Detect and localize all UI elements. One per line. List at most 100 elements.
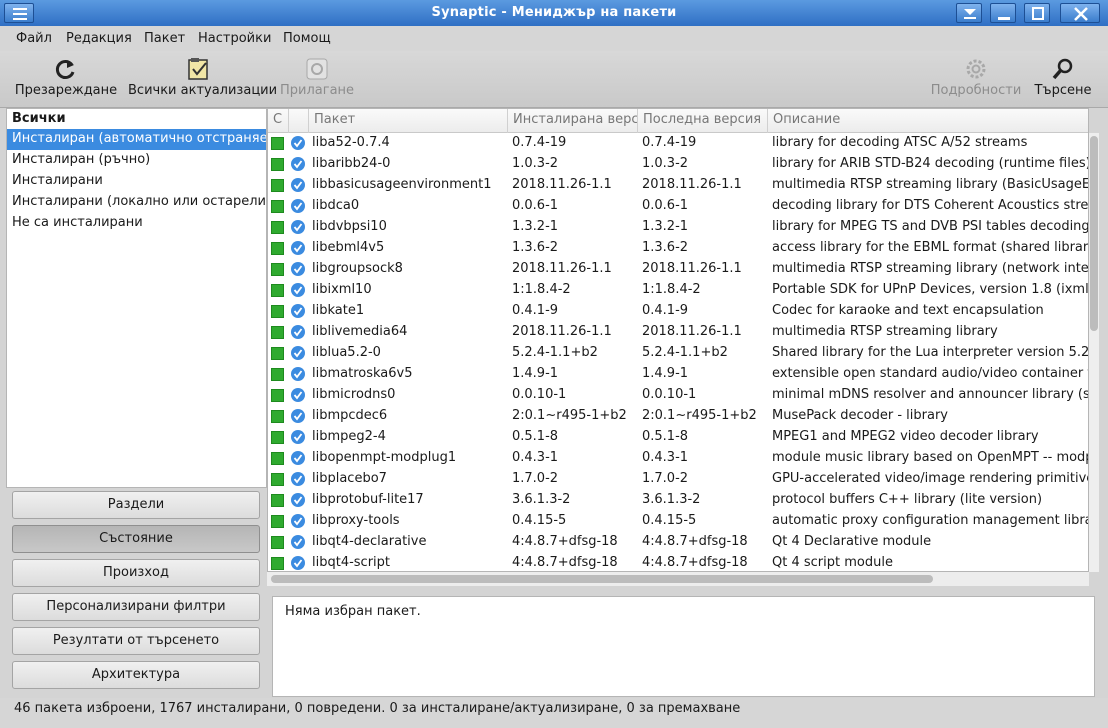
installed-status-icon[interactable] [271, 200, 284, 213]
filter-list: Всички Инсталиран (автоматично отстраняе… [6, 108, 267, 488]
table-row[interactable]: libdca0 0.0.6-1 0.0.6-1 decoding library fo… [268, 196, 1088, 217]
table-row[interactable]: libqt4-script 4:4.8.7+dfsg-18 4:4.8.7+dfsg… [268, 553, 1088, 571]
installed-version: 4:4.8.7+dfsg-18 [512, 555, 618, 570]
maximize-button[interactable] [1024, 3, 1050, 23]
installed-status-icon[interactable] [271, 347, 284, 360]
package-description-cell: library for decoding ATSC A/52 streams [772, 135, 1028, 150]
installed-status-icon[interactable] [271, 242, 284, 255]
installed-status-icon[interactable] [271, 494, 284, 507]
description-text: Няма избран пакет. [285, 604, 421, 619]
filter-item[interactable]: Инсталирани (локално или остарели) [7, 192, 266, 213]
table-row[interactable]: libproxy-tools 0.4.15-5 0.4.15-5 automatic … [268, 511, 1088, 532]
installed-status-icon[interactable] [271, 158, 284, 171]
column-support[interactable] [289, 109, 309, 133]
supported-check-icon [291, 346, 305, 360]
installed-status-icon[interactable] [271, 137, 284, 150]
table-row[interactable]: libbasicusageenvironment1 2018.11.26-1.1 2… [268, 175, 1088, 196]
latest-version: 0.4.15-5 [642, 513, 697, 528]
supported-check-icon [291, 136, 305, 150]
table-row[interactable]: libprotobuf-lite17 3.6.1.3-2 3.6.1.3-2 prot… [268, 490, 1088, 511]
horizontal-scroll-thumb[interactable] [271, 575, 933, 583]
filter-item[interactable]: Не са инсталирани [7, 213, 266, 234]
latest-version: 0.0.10-1 [642, 387, 697, 402]
column-status[interactable]: С [268, 109, 289, 133]
column-package[interactable]: Пакет [309, 109, 508, 133]
filter-item[interactable]: Инсталиран (ръчно) [7, 150, 266, 171]
latest-version: 2:0.1~r495-1+b2 [642, 408, 757, 423]
installed-version: 0.7.4-19 [512, 135, 567, 150]
package-description-cell: MusePack decoder - library [772, 408, 948, 423]
table-row[interactable]: libixml10 1:1.8.4-2 1:1.8.4-2 Portable SDK … [268, 280, 1088, 301]
close-icon [1074, 7, 1088, 21]
column-installed-version[interactable]: Инсталирана версия [508, 109, 638, 133]
table-row[interactable]: libopenmpt-modplug1 0.4.3-1 0.4.3-1 module … [268, 448, 1088, 469]
reload-button[interactable]: Презареждане [14, 55, 118, 105]
table-row[interactable]: libaribb24-0 1.0.3-2 1.0.3-2 library for AR… [268, 154, 1088, 175]
table-row[interactable]: libkate1 0.4.1-9 0.4.1-9 Codec for karaoke … [268, 301, 1088, 322]
package-description-cell: Portable SDK for UPnP Devices, version 1… [772, 282, 1088, 297]
menu-help[interactable]: Помощ [283, 31, 331, 46]
table-row[interactable]: liblivemedia64 2018.11.26-1.1 2018.11.26-1… [268, 322, 1088, 343]
filter-item[interactable]: Инсталирани [7, 171, 266, 192]
table-row[interactable]: libgroupsock8 2018.11.26-1.1 2018.11.26-1.… [268, 259, 1088, 280]
column-description[interactable]: Описание [768, 109, 1088, 133]
installed-status-icon[interactable] [271, 179, 284, 192]
window-title: Synaptic - Мениджър на пакети [431, 5, 677, 20]
vertical-scrollbar[interactable] [1089, 133, 1099, 572]
installed-status-icon[interactable] [271, 305, 284, 318]
installed-status-icon[interactable] [271, 410, 284, 423]
table-row[interactable]: libplacebo7 1.7.0-2 1.7.0-2 GPU-accelerated… [268, 469, 1088, 490]
installed-status-icon[interactable] [271, 368, 284, 381]
apply-button[interactable]: Прилагане [280, 55, 354, 105]
installed-status-icon[interactable] [271, 221, 284, 234]
installed-status-icon[interactable] [271, 473, 284, 486]
installed-status-icon[interactable] [271, 263, 284, 276]
installed-status-icon[interactable] [271, 452, 284, 465]
menu-file[interactable]: Файл [16, 31, 52, 46]
horizontal-scrollbar[interactable] [267, 572, 1089, 586]
installed-status-icon[interactable] [271, 431, 284, 444]
installed-version: 0.0.10-1 [512, 387, 567, 402]
custom-filters-button[interactable]: Персонализирани филтри [12, 593, 260, 621]
upgrade-all-button[interactable]: Всички актуализации [128, 55, 277, 105]
details-button[interactable]: Подробности [930, 55, 1022, 105]
menu-package[interactable]: Пакет [144, 31, 185, 46]
menu-settings[interactable]: Настройки [198, 31, 271, 46]
latest-version: 1.3.2-1 [642, 219, 689, 234]
table-row[interactable]: libmpcdec6 2:0.1~r495-1+b2 2:0.1~r495-1+b2… [268, 406, 1088, 427]
menu-edit[interactable]: Редакция [66, 31, 132, 46]
table-row[interactable]: libmpeg2-4 0.5.1-8 0.5.1-8 MPEG1 and MPEG2 … [268, 427, 1088, 448]
package-description-cell: module music library based on OpenMPT --… [772, 450, 1088, 465]
search-results-button[interactable]: Резултати от търсенето [12, 627, 260, 655]
installed-status-icon[interactable] [271, 389, 284, 402]
column-latest-version[interactable]: Последна версия [638, 109, 768, 133]
vertical-scroll-thumb[interactable] [1090, 136, 1098, 331]
installed-status-icon[interactable] [271, 557, 284, 570]
filter-item[interactable]: Инсталиран (автоматично отстраняем) [7, 129, 266, 150]
installed-status-icon[interactable] [271, 536, 284, 549]
table-row[interactable]: libmicrodns0 0.0.10-1 0.0.10-1 minimal mDNS… [268, 385, 1088, 406]
supported-check-icon [291, 409, 305, 423]
architecture-button[interactable]: Архитектура [12, 661, 260, 689]
minimize-button[interactable] [990, 3, 1016, 23]
close-button[interactable] [1060, 3, 1100, 23]
installed-version: 2018.11.26-1.1 [512, 324, 612, 339]
sections-button[interactable]: Раздели [12, 491, 260, 519]
status-button[interactable]: Състояние [12, 525, 260, 553]
table-row[interactable]: libebml4v5 1.3.6-2 1.3.6-2 access library f… [268, 238, 1088, 259]
apply-icon [306, 58, 328, 80]
table-row[interactable]: liba52-0.7.4 0.7.4-19 0.7.4-19 library for … [268, 133, 1088, 154]
installed-status-icon[interactable] [271, 284, 284, 297]
search-button[interactable]: Търсене [1034, 55, 1092, 105]
installed-status-icon[interactable] [271, 515, 284, 528]
table-row[interactable]: libmatroska6v5 1.4.9-1 1.4.9-1 extensible o… [268, 364, 1088, 385]
installed-status-icon[interactable] [271, 326, 284, 339]
restore-button[interactable] [956, 3, 982, 23]
origin-button[interactable]: Произход [12, 559, 260, 587]
supported-check-icon [291, 178, 305, 192]
table-row[interactable]: libdvbpsi10 1.3.2-1 1.3.2-1 library for MPE… [268, 217, 1088, 238]
table-row[interactable]: libqt4-declarative 4:4.8.7+dfsg-18 4:4.8.7… [268, 532, 1088, 553]
supported-check-icon [291, 262, 305, 276]
package-description-cell: Shared library for the Lua interpreter v… [772, 345, 1088, 360]
table-row[interactable]: liblua5.2-0 5.2.4-1.1+b2 5.2.4-1.1+b2 Share… [268, 343, 1088, 364]
